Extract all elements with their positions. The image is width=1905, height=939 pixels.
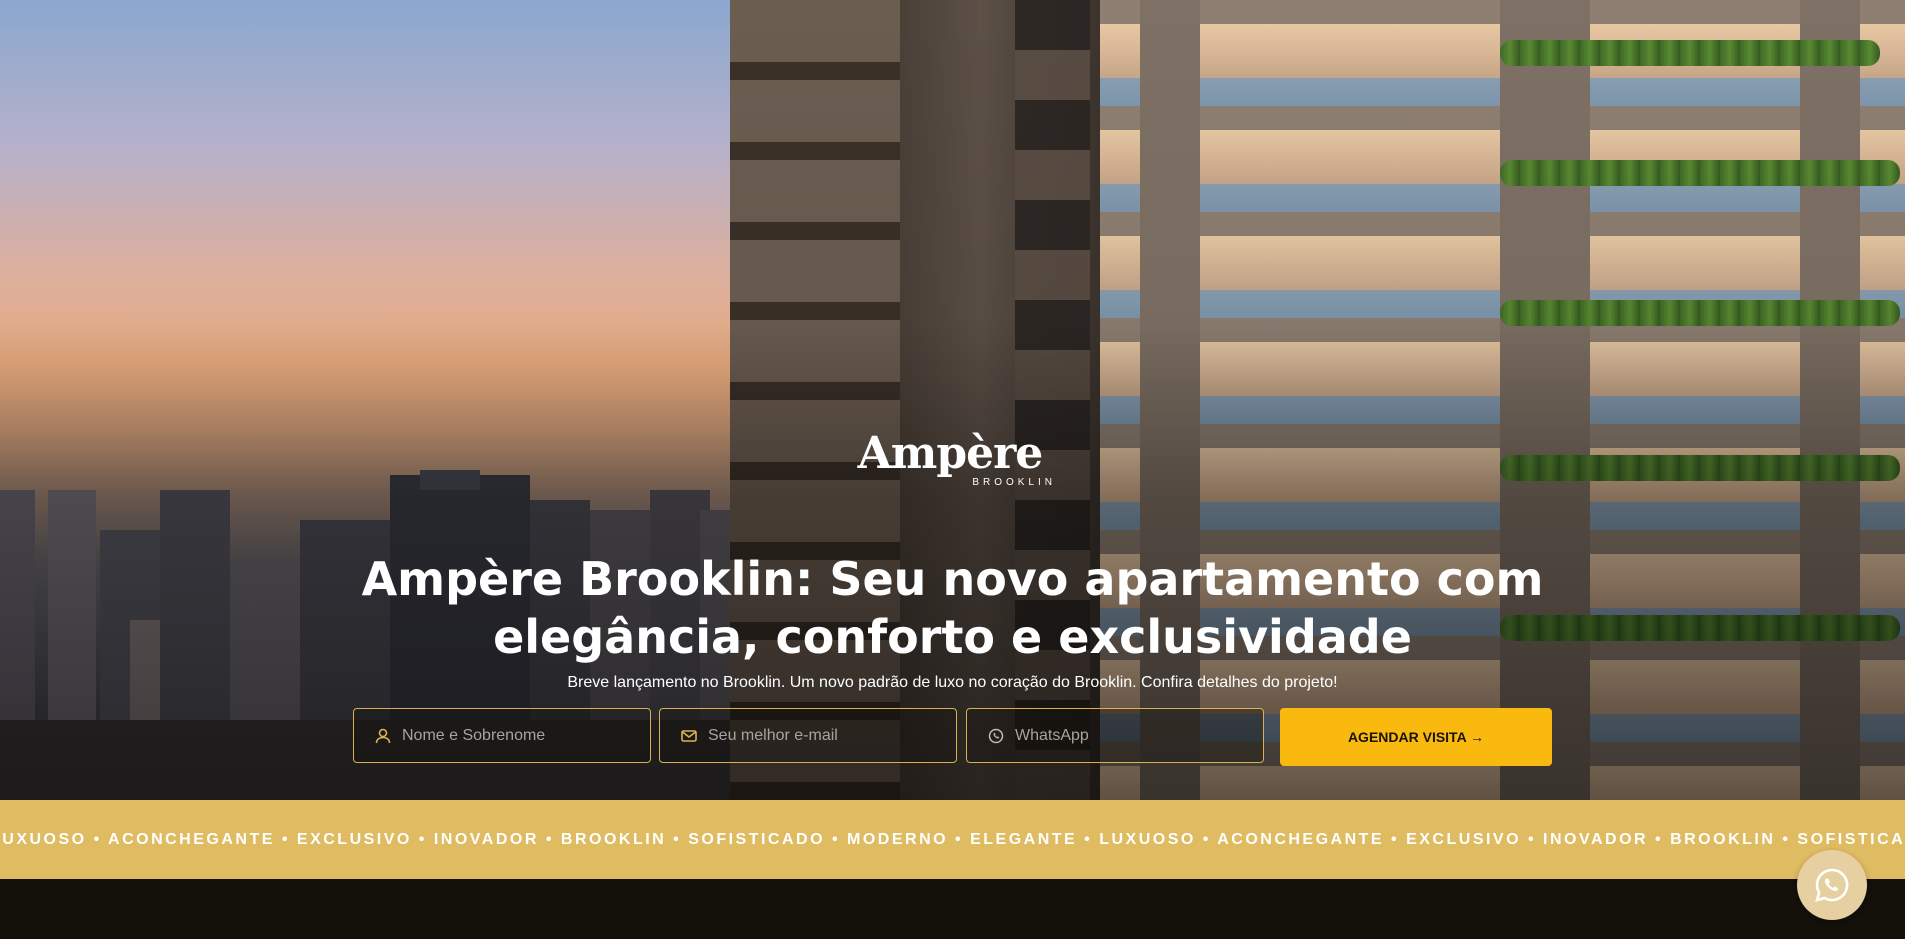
whatsapp-placeholder: WhatsApp [1015,726,1089,744]
whatsapp-icon [987,727,1005,745]
name-field[interactable]: Nome e Sobrenome [353,708,651,763]
keyword-ticker: LUXUOSO • ACONCHEGANTE • EXCLUSIVO • INO… [0,800,1905,879]
whatsapp-float-button[interactable] [1797,850,1867,920]
email-placeholder: Seu melhor e-mail [708,726,838,744]
hero-subheadline: Breve lançamento no Brooklin. Um novo pa… [567,674,1338,691]
page-title: Ampère Brooklin: Seu novo apartamento co… [320,550,1585,666]
ampere-logo: Ampère BROOKLIN [830,428,1070,488]
email-field[interactable]: Seu melhor e-mail [659,708,957,763]
whatsapp-field[interactable]: WhatsApp [966,708,1264,763]
ticker-text: LUXUOSO • ACONCHEGANTE • EXCLUSIVO • INO… [0,830,1905,848]
mail-icon [680,727,698,745]
title-line-1: Ampère Brooklin: Seu novo apartamento co… [361,552,1544,606]
schedule-visit-button[interactable]: AGENDAR VISITA → [1280,708,1552,766]
logo-brand: Ampère [857,428,1044,479]
title-line-2: elegância, conforto e exclusividade [493,610,1412,664]
name-placeholder: Nome e Sobrenome [402,726,546,744]
next-section [0,879,1905,939]
whatsapp-icon [1815,868,1849,902]
user-icon [374,727,392,745]
